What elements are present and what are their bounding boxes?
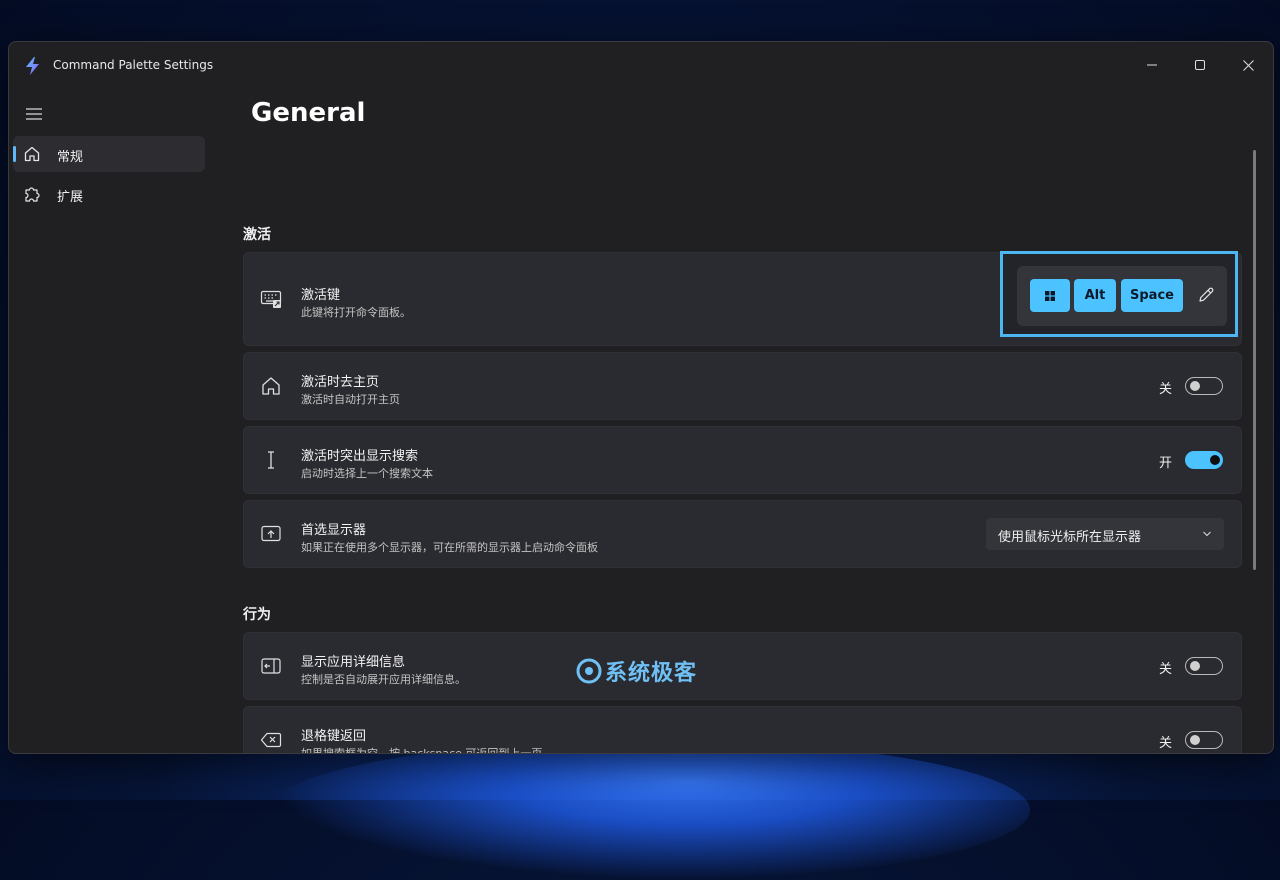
setting-title: 激活键 bbox=[301, 288, 341, 303]
shortcut-highlight-frame: Alt Space bbox=[1000, 251, 1238, 337]
toggle-state-label: 关 bbox=[1159, 382, 1173, 397]
window-title: Command Palette Settings bbox=[53, 58, 214, 72]
page-title: General bbox=[251, 98, 366, 128]
text-cursor-icon bbox=[268, 451, 274, 469]
setting-title: 显示应用详细信息 bbox=[301, 655, 406, 670]
setting-description: 此键将打开命令面板。 bbox=[301, 306, 411, 319]
backspace-back-toggle[interactable] bbox=[1185, 731, 1223, 749]
section-header-activation: 激活 bbox=[243, 227, 271, 243]
setting-title: 激活时突出显示搜索 bbox=[301, 449, 419, 464]
panel-expand-icon bbox=[261, 658, 281, 674]
space-key-badge: Space bbox=[1121, 279, 1183, 312]
close-icon bbox=[1242, 59, 1254, 71]
setting-title: 激活时去主页 bbox=[301, 375, 380, 390]
settings-window: Command Palette Settings 常规 扩展 General 激… bbox=[8, 41, 1274, 754]
go-home-card: 激活时去主页 激活时自动打开主页 关 bbox=[243, 352, 1242, 420]
monitor-select[interactable]: 使用鼠标光标所在显示器 bbox=[986, 518, 1224, 550]
setting-description: 如果正在使用多个显示器，可在所需的显示器上启动命令面板 bbox=[301, 541, 598, 554]
setting-description: 激活时自动打开主页 bbox=[301, 393, 400, 406]
shortcut-editor[interactable]: Alt Space bbox=[1017, 266, 1227, 326]
toggle-knob bbox=[1190, 661, 1200, 671]
monitor-select-value: 使用鼠标光标所在显示器 bbox=[998, 530, 1142, 545]
win-key-icon bbox=[1045, 290, 1055, 301]
selection-indicator bbox=[13, 146, 16, 162]
close-button[interactable] bbox=[1225, 50, 1271, 80]
section-header-behavior: 行为 bbox=[243, 607, 271, 623]
show-app-details-card: 显示应用详细信息 控制是否自动展开应用详细信息。 关 bbox=[243, 632, 1242, 700]
vertical-scrollbar[interactable] bbox=[1253, 150, 1256, 570]
pencil-icon[interactable] bbox=[1197, 286, 1215, 304]
watermark-logo-icon bbox=[576, 658, 602, 684]
activation-key-card: 激活键 此键将打开命令面板。 Alt Space bbox=[243, 251, 1242, 346]
title-bar: Command Palette Settings bbox=[9, 42, 1273, 88]
sidebar-item-general[interactable]: 常规 bbox=[13, 136, 205, 172]
sidebar-item-extensions[interactable]: 扩展 bbox=[13, 176, 205, 212]
keyboard-shortcut-icon bbox=[260, 290, 282, 308]
setting-title: 首选显示器 bbox=[301, 523, 367, 538]
show-app-details-toggle[interactable] bbox=[1185, 657, 1223, 675]
toggle-state-label: 关 bbox=[1159, 736, 1173, 751]
highlight-search-toggle[interactable] bbox=[1185, 451, 1223, 469]
hamburger-icon bbox=[26, 108, 42, 120]
navigation-sidebar: 常规 扩展 bbox=[9, 88, 219, 753]
toggle-knob bbox=[1190, 735, 1200, 745]
watermark-text: 系统极客 bbox=[605, 661, 698, 686]
highlight-search-card: 激活时突出显示搜索 启动时选择上一个搜索文本 开 bbox=[243, 426, 1242, 494]
monitor-upload-icon bbox=[261, 525, 281, 542]
chevron-down-icon bbox=[1203, 531, 1211, 537]
menu-toggle-button[interactable] bbox=[23, 104, 45, 124]
toggle-knob bbox=[1210, 455, 1220, 465]
maximize-button[interactable] bbox=[1177, 50, 1223, 80]
win-key-badge bbox=[1030, 279, 1070, 312]
puzzle-icon bbox=[25, 187, 40, 202]
maximize-icon bbox=[1195, 60, 1205, 70]
desktop-wallpaper bbox=[270, 740, 1030, 880]
backspace-icon bbox=[260, 732, 282, 748]
preferred-monitor-card: 首选显示器 如果正在使用多个显示器，可在所需的显示器上启动命令面板 使用鼠标光标… bbox=[243, 500, 1242, 568]
home-icon bbox=[262, 377, 280, 395]
sidebar-item-label: 扩展 bbox=[57, 190, 84, 205]
watermark: 系统极客 bbox=[575, 655, 697, 687]
setting-description: 启动时选择上一个搜索文本 bbox=[301, 467, 433, 480]
setting-title: 退格键返回 bbox=[301, 729, 367, 744]
home-icon bbox=[24, 146, 40, 162]
toggle-state-label: 关 bbox=[1159, 662, 1173, 677]
lightning-app-icon bbox=[26, 57, 39, 75]
toggle-knob bbox=[1190, 381, 1200, 391]
setting-description: 控制是否自动展开应用详细信息。 bbox=[301, 673, 466, 686]
toggle-state-label: 开 bbox=[1159, 456, 1173, 471]
sidebar-item-label: 常规 bbox=[57, 150, 84, 165]
backspace-back-card: 退格键返回 如果搜索框为空，按 backspace 可返回到上一页 关 bbox=[243, 706, 1242, 754]
minimize-button[interactable] bbox=[1129, 50, 1175, 80]
minimize-icon bbox=[1147, 64, 1157, 66]
go-home-toggle[interactable] bbox=[1185, 377, 1223, 395]
settings-content: General 激活 激活键 此键将打开命令面板。 Alt Space 激活时去… bbox=[219, 88, 1273, 753]
alt-key-badge: Alt bbox=[1074, 279, 1116, 312]
setting-description: 如果搜索框为空，按 backspace 可返回到上一页 bbox=[301, 747, 543, 754]
